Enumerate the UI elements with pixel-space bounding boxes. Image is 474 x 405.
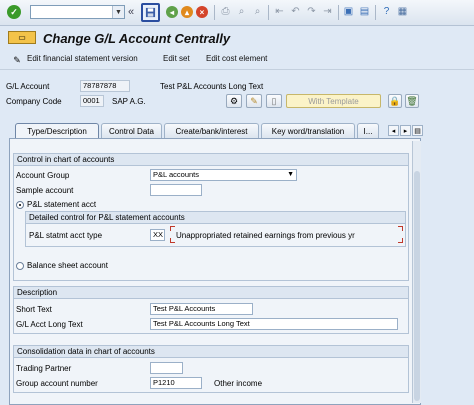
find-icon[interactable]: ⌕ — [235, 5, 248, 18]
group-title: Consolidation data in chart of accounts — [14, 346, 408, 358]
check-icon[interactable]: ✓ — [7, 5, 21, 19]
tab-list-icon[interactable]: ▤ — [412, 125, 423, 136]
new-session-icon[interactable]: ▣ — [342, 5, 355, 18]
scrollbar-thumb[interactable] — [414, 171, 420, 401]
short-text-label: Short Text — [16, 305, 52, 314]
account-group-select[interactable]: P&L accounts ▼ — [150, 169, 297, 181]
toolbar-separator — [214, 5, 215, 20]
tab-label: Type/Description — [27, 126, 87, 136]
company-code-field[interactable]: 0001 — [80, 95, 104, 107]
chevron-down-icon[interactable]: ▼ — [287, 170, 294, 180]
sample-account-input[interactable] — [150, 184, 202, 196]
layout-menu-icon[interactable]: ▦ — [396, 5, 409, 18]
pl-type-input[interactable]: XX — [150, 229, 165, 241]
trading-partner-label: Trading Partner — [16, 364, 72, 373]
tab-scroll-right-icon[interactable]: ▸ — [400, 125, 411, 136]
short-text-input[interactable]: Test P&L Accounts — [150, 303, 253, 315]
gl-account-field[interactable]: 78787878 — [80, 80, 130, 92]
application-toolbar: ✎ Edit financial statement version Edit … — [0, 50, 474, 70]
pl-statement-radio-label: P&L statement acct — [27, 200, 97, 209]
tab-more[interactable]: I... — [357, 123, 379, 138]
required-marker — [398, 238, 403, 243]
back-icon[interactable]: ◂ — [166, 6, 178, 18]
sample-account-label: Sample account — [16, 186, 74, 195]
group-title: Control in chart of accounts — [14, 154, 408, 166]
toolbar-separator — [268, 5, 269, 20]
company-code-label: Company Code — [6, 97, 62, 106]
trash-icon[interactable]: 🗑 — [405, 94, 419, 108]
pencil-icon[interactable]: ✎ — [246, 94, 262, 108]
save-icon[interactable] — [141, 3, 160, 22]
group-title: Description — [14, 287, 408, 299]
tab-label: I... — [363, 126, 373, 136]
page-icon[interactable]: ▯ — [266, 94, 282, 108]
next-page-icon[interactable]: ↷ — [305, 5, 318, 18]
tab-label: Control Data — [109, 126, 154, 136]
transaction-icon: ▭ — [8, 31, 36, 44]
tab-scroll-left-icon[interactable]: ◂ — [388, 125, 399, 136]
display-change-icon[interactable]: ⚙ — [226, 94, 242, 108]
vertical-scrollbar[interactable] — [412, 141, 421, 403]
edit-set-button[interactable]: Edit set — [163, 54, 190, 63]
required-marker — [398, 226, 403, 231]
pl-statement-radio[interactable] — [16, 201, 24, 209]
first-page-icon[interactable]: ⇤ — [273, 5, 286, 18]
toolbar-separator — [338, 5, 339, 20]
print-icon[interactable]: ⎙ — [219, 5, 232, 18]
company-code-text: SAP A.G. — [112, 97, 146, 106]
lock-icon[interactable]: 🔒 — [388, 94, 402, 108]
with-template-button[interactable]: With Template — [286, 94, 381, 108]
required-marker — [170, 226, 175, 231]
tab-create-bank-interest[interactable]: Create/bank/interest — [164, 123, 259, 138]
edit-fs-version-button[interactable]: Edit financial statement version — [27, 54, 138, 63]
group-account-label: Group account number — [16, 379, 98, 388]
detail-group-box: Detailed control for P&L statement accou… — [25, 211, 406, 247]
group-account-text: Other income — [214, 379, 263, 388]
tab-label: Key word/translation — [271, 126, 345, 136]
edit-icon[interactable]: ✎ — [11, 54, 23, 66]
previous-page-icon[interactable]: ↶ — [289, 5, 302, 18]
gl-account-text: Test P&L Accounts Long Text — [160, 82, 264, 91]
balance-sheet-radio[interactable] — [16, 262, 24, 270]
tab-control-data[interactable]: Control Data — [101, 123, 162, 138]
long-text-input[interactable]: Test P&L Accounts Long Text — [150, 318, 398, 330]
detail-group-title: Detailed control for P&L statement accou… — [26, 212, 405, 224]
with-template-label: With Template — [308, 96, 359, 106]
command-field[interactable]: ▼ — [30, 5, 125, 19]
system-toolbar: ✓ ▼ « ◂ ▴ × ⎙ ⌕ ⌕ ⇤ ↶ ↷ ⇥ ▣ ▤ ? ▦ — [0, 0, 474, 26]
command-dropdown-icon[interactable]: ▼ — [112, 6, 124, 18]
group-account-input[interactable]: P1210 — [150, 377, 202, 389]
title-bar: ▭ Change G/L Account Centrally — [0, 27, 474, 49]
account-group-value: P&L accounts — [153, 170, 199, 179]
long-text-label: G/L Acct Long Text — [16, 320, 83, 329]
edit-cost-element-button[interactable]: Edit cost element — [206, 54, 267, 63]
shortcut-icon[interactable]: ▤ — [358, 5, 371, 18]
collapse-icon[interactable]: « — [128, 6, 134, 18]
account-group-label: Account Group — [16, 171, 70, 180]
exit-icon[interactable]: ▴ — [181, 6, 193, 18]
gl-account-label: G/L Account — [6, 82, 50, 91]
cancel-icon[interactable]: × — [196, 6, 208, 18]
find-next-icon[interactable]: ⌕ — [251, 5, 264, 18]
pl-type-text: Unappropriated retained earnings from pr… — [176, 231, 355, 240]
tab-label: Create/bank/interest — [175, 126, 248, 136]
last-page-icon[interactable]: ⇥ — [321, 5, 334, 18]
required-marker — [170, 238, 175, 243]
help-icon[interactable]: ? — [380, 5, 393, 18]
tab-type-description[interactable]: Type/Description — [15, 123, 99, 138]
trading-partner-input[interactable] — [150, 362, 183, 374]
tab-key-word-translation[interactable]: Key word/translation — [261, 123, 355, 138]
page-title: Change G/L Account Centrally — [43, 31, 231, 46]
toolbar-separator — [375, 5, 376, 20]
pl-type-label: P&L statmt acct type — [29, 231, 103, 240]
balance-sheet-radio-label: Balance sheet account — [27, 261, 108, 270]
